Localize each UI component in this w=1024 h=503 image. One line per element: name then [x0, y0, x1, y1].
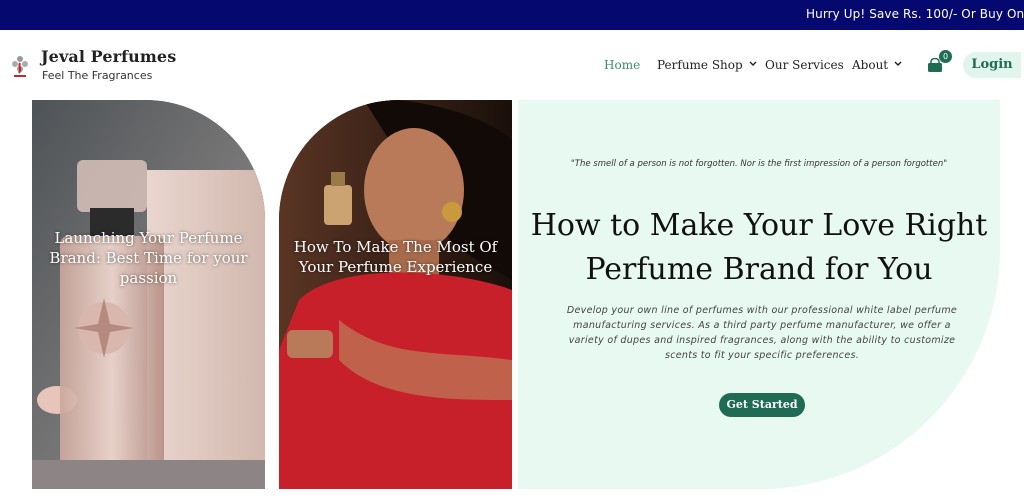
hero-description: Develop your own line of perfumes with o…: [566, 305, 958, 361]
hero-headline: How to Make Your Love Right Perfume Bran…: [530, 208, 988, 287]
brand-name[interactable]: Jeval Perfumes: [41, 47, 176, 66]
announcement-text: Hurry Up! Save Rs. 100/- Or Buy One Atta…: [806, 7, 1024, 21]
blog-card-perfume-experience[interactable]: How To Make The Most Of Your Perfume Exp…: [279, 100, 512, 489]
chevron-down-icon: [894, 61, 902, 66]
login-button[interactable]: Login: [963, 52, 1021, 78]
nav-about[interactable]: About: [852, 58, 902, 72]
nav-home[interactable]: Home: [604, 58, 640, 72]
nav-our-services[interactable]: Our Services: [765, 58, 844, 72]
nav-about-label: About: [852, 58, 889, 72]
brand-tagline: Feel The Fragrances: [42, 69, 153, 82]
hero-panel: "The smell of a person is not forgotten.…: [518, 100, 1000, 489]
announcement-bar: Hurry Up! Save Rs. 100/- Or Buy One Atta…: [0, 0, 1024, 30]
nav-perfume-shop[interactable]: Perfume Shop: [657, 58, 757, 72]
chevron-down-icon: [749, 61, 757, 66]
cart-count-badge: 0: [939, 50, 952, 63]
brand-logo-icon[interactable]: [9, 53, 31, 79]
perfume-bottle-image: [32, 100, 265, 489]
get-started-button[interactable]: Get Started: [719, 393, 805, 417]
blog-card-title[interactable]: How To Make The Most Of Your Perfume Exp…: [279, 237, 512, 277]
blog-card-title[interactable]: Launching Your Perfume Brand: Best Time …: [32, 228, 265, 288]
blog-card-perfume-brand[interactable]: Launching Your Perfume Brand: Best Time …: [32, 100, 265, 489]
woman-with-perfume-image: [279, 100, 512, 489]
nav-perfume-shop-label: Perfume Shop: [657, 58, 743, 72]
hero-quote: "The smell of a person is not forgotten.…: [570, 159, 948, 169]
